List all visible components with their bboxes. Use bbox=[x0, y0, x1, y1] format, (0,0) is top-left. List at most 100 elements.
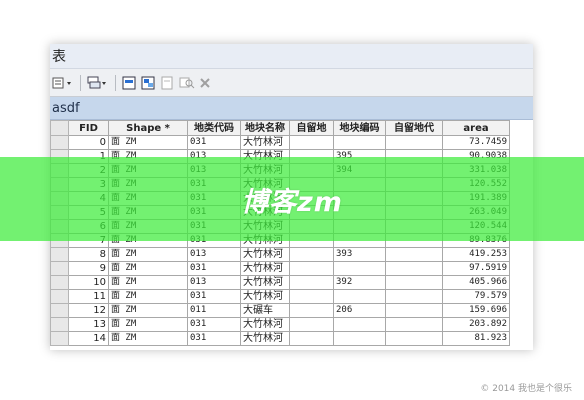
cell-block-name[interactable]: 大竹林河 bbox=[240, 275, 290, 290]
window-titlebar: 表 bbox=[50, 44, 533, 69]
cell-shape[interactable]: 面 ZM bbox=[108, 135, 188, 150]
column-header-area[interactable]: area bbox=[442, 120, 510, 136]
cell-reserved[interactable] bbox=[289, 331, 334, 346]
cell-reserved[interactable] bbox=[289, 303, 334, 318]
cell-area[interactable]: 81.923 bbox=[442, 331, 510, 346]
cell-reserved-code[interactable] bbox=[385, 303, 443, 318]
cell-block-code[interactable] bbox=[333, 289, 386, 304]
column-header-shape[interactable]: Shape * bbox=[108, 120, 188, 136]
table-row[interactable]: 12 面 ZM 011 大碾车 206 159.696 bbox=[50, 303, 510, 318]
cell-area[interactable]: 73.7459 bbox=[442, 135, 510, 150]
cell-reserved[interactable] bbox=[289, 135, 334, 150]
cell-reserved[interactable] bbox=[289, 261, 334, 276]
cell-block-name[interactable]: 大竹林河 bbox=[240, 135, 290, 150]
row-selector[interactable] bbox=[50, 135, 69, 150]
table-options-button[interactable] bbox=[52, 74, 74, 92]
cell-reserved[interactable] bbox=[289, 247, 334, 262]
column-header-fid[interactable]: FID bbox=[68, 120, 109, 136]
table-row[interactable]: 13 面 ZM 031 大竹林河 203.892 bbox=[50, 317, 510, 332]
cell-fid[interactable]: 12 bbox=[68, 303, 109, 318]
row-selector[interactable] bbox=[50, 303, 69, 318]
row-selector[interactable] bbox=[50, 261, 69, 276]
row-selector[interactable] bbox=[50, 289, 69, 304]
cell-reserved-code[interactable] bbox=[385, 247, 443, 262]
cell-block-code[interactable] bbox=[333, 317, 386, 332]
row-selector[interactable] bbox=[50, 275, 69, 290]
window-title: 表 bbox=[52, 49, 66, 65]
cell-land-code[interactable]: 031 bbox=[187, 317, 241, 332]
row-selector[interactable] bbox=[50, 331, 69, 346]
table-row[interactable]: 0面 ZM 031 大竹林河 73.7459 bbox=[50, 135, 510, 150]
cell-shape[interactable]: 面 ZM bbox=[108, 275, 188, 290]
cell-block-code[interactable] bbox=[333, 135, 386, 150]
row-selector[interactable] bbox=[50, 317, 69, 332]
cell-area[interactable]: 203.892 bbox=[442, 317, 510, 332]
cell-block-name[interactable]: 大竹林河 bbox=[240, 331, 290, 346]
clear-selection-button[interactable] bbox=[160, 74, 176, 92]
cell-fid[interactable]: 0 bbox=[68, 135, 109, 150]
cell-shape[interactable]: 面 ZM bbox=[108, 261, 188, 276]
cell-fid[interactable]: 10 bbox=[68, 275, 109, 290]
cell-reserved-code[interactable] bbox=[385, 135, 443, 150]
cell-shape[interactable]: 面 ZM bbox=[108, 303, 188, 318]
cell-reserved-code[interactable] bbox=[385, 289, 443, 304]
cell-reserved[interactable] bbox=[289, 275, 334, 290]
select-by-attributes-button[interactable] bbox=[122, 74, 138, 92]
cell-block-code[interactable]: 206 bbox=[333, 303, 386, 318]
column-header-land-code[interactable]: 地类代码 bbox=[187, 120, 241, 136]
cell-fid[interactable]: 11 bbox=[68, 289, 109, 304]
table-row[interactable]: 10 面 ZM 013 大竹林河 392 405.966 bbox=[50, 275, 510, 290]
cell-area[interactable]: 97.5919 bbox=[442, 261, 510, 276]
table-row[interactable]: 8面 ZM 013 大竹林河 393 419.253 bbox=[50, 247, 510, 262]
cell-block-name[interactable]: 大竹林河 bbox=[240, 247, 290, 262]
table-tab[interactable]: asdf bbox=[50, 97, 533, 120]
cell-area[interactable]: 405.966 bbox=[442, 275, 510, 290]
cell-area[interactable]: 79.579 bbox=[442, 289, 510, 304]
zoom-to-selected-button[interactable] bbox=[179, 74, 195, 92]
related-tables-icon bbox=[87, 76, 106, 88]
cell-land-code[interactable]: 031 bbox=[187, 261, 241, 276]
cell-land-code[interactable]: 031 bbox=[187, 331, 241, 346]
cell-land-code[interactable]: 031 bbox=[187, 289, 241, 304]
cell-shape[interactable]: 面 ZM bbox=[108, 289, 188, 304]
column-header-block-name[interactable]: 地块名称 bbox=[240, 120, 290, 136]
cell-land-code[interactable]: 011 bbox=[187, 303, 241, 318]
cell-reserved-code[interactable] bbox=[385, 261, 443, 276]
cell-block-code[interactable] bbox=[333, 331, 386, 346]
cell-fid[interactable]: 8 bbox=[68, 247, 109, 262]
related-tables-button[interactable] bbox=[87, 74, 109, 92]
cell-area[interactable]: 159.696 bbox=[442, 303, 510, 318]
cell-area[interactable]: 419.253 bbox=[442, 247, 510, 262]
cell-block-code[interactable]: 392 bbox=[333, 275, 386, 290]
cell-shape[interactable]: 面 ZM bbox=[108, 331, 188, 346]
cell-fid[interactable]: 14 bbox=[68, 331, 109, 346]
switch-selection-button[interactable] bbox=[141, 74, 157, 92]
cell-reserved-code[interactable] bbox=[385, 331, 443, 346]
cell-reserved-code[interactable] bbox=[385, 317, 443, 332]
table-row[interactable]: 9面 ZM 031 大竹林河 97.5919 bbox=[50, 261, 510, 276]
cell-block-code[interactable] bbox=[333, 261, 386, 276]
column-header-reserved-code[interactable]: 自留地代 bbox=[385, 120, 443, 136]
cell-block-name[interactable]: 大碾车 bbox=[240, 303, 290, 318]
cell-reserved-code[interactable] bbox=[385, 275, 443, 290]
column-header-block-code[interactable]: 地块编码 bbox=[333, 120, 386, 136]
cell-block-name[interactable]: 大竹林河 bbox=[240, 289, 290, 304]
row-selector[interactable] bbox=[50, 247, 69, 262]
delete-selected-button[interactable] bbox=[198, 74, 214, 92]
cell-fid[interactable]: 9 bbox=[68, 261, 109, 276]
table-row[interactable]: 14 面 ZM 031 大竹林河 81.923 bbox=[50, 331, 510, 346]
cell-block-name[interactable]: 大竹林河 bbox=[240, 317, 290, 332]
cell-land-code[interactable]: 013 bbox=[187, 247, 241, 262]
cell-reserved[interactable] bbox=[289, 289, 334, 304]
table-row[interactable]: 11 面 ZM 031 大竹林河 79.579 bbox=[50, 289, 510, 304]
cell-shape[interactable]: 面 ZM bbox=[108, 317, 188, 332]
cell-fid[interactable]: 13 bbox=[68, 317, 109, 332]
row-selector-header[interactable] bbox=[50, 120, 69, 136]
column-header-reserved[interactable]: 自留地 bbox=[289, 120, 334, 136]
cell-shape[interactable]: 面 ZM bbox=[108, 247, 188, 262]
cell-reserved[interactable] bbox=[289, 317, 334, 332]
cell-block-name[interactable]: 大竹林河 bbox=[240, 261, 290, 276]
cell-block-code[interactable]: 393 bbox=[333, 247, 386, 262]
cell-land-code[interactable]: 013 bbox=[187, 275, 241, 290]
cell-land-code[interactable]: 031 bbox=[187, 135, 241, 150]
